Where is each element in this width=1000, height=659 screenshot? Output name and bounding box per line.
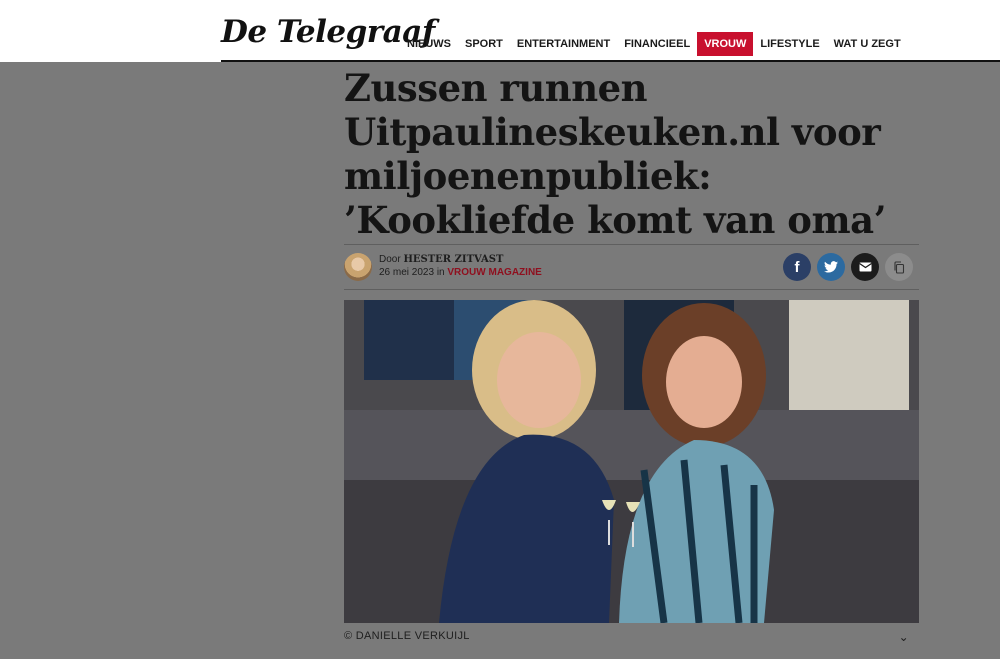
byline: Door HESTER ZITVAST <box>379 254 503 265</box>
caption-text: © DANIELLE VERKUIJL <box>344 630 470 642</box>
mail-share-button[interactable] <box>851 253 879 281</box>
share-buttons: f <box>783 253 913 281</box>
author-name[interactable]: HESTER ZITVAST <box>403 254 503 265</box>
twitter-share-button[interactable] <box>817 253 845 281</box>
article-meta: Door HESTER ZITVAST 26 mei 2023 in VROUW… <box>344 244 919 290</box>
site-header: De Telegraaf NIEUWS SPORT ENTERTAINMENT … <box>0 0 1000 62</box>
publish-date: 26 mei 2023 <box>379 267 435 278</box>
in-word: in <box>434 267 448 278</box>
nav-item-entertainment[interactable]: ENTERTAINMENT <box>510 32 617 56</box>
nav-item-sport[interactable]: SPORT <box>458 32 510 56</box>
author-avatar[interactable] <box>344 253 372 281</box>
nav-item-wat-u-zegt[interactable]: WAT U ZEGT <box>827 32 908 56</box>
dateline: 26 mei 2023 in VROUW MAGAZINE <box>379 267 542 278</box>
facebook-icon: f <box>794 258 800 276</box>
nav-item-nieuws[interactable]: NIEUWS <box>400 32 458 56</box>
copy-icon <box>894 260 905 274</box>
article-headline: Zussen runnen Uitpaulineskeuken.nl voor … <box>344 66 886 242</box>
twitter-icon <box>824 261 838 273</box>
nav-item-vrouw[interactable]: VROUW <box>697 32 754 56</box>
nav-item-lifestyle[interactable]: LIFESTYLE <box>753 32 826 56</box>
section-link[interactable]: VROUW MAGAZINE <box>447 267 541 278</box>
by-prefix: Door <box>379 254 404 265</box>
mail-icon <box>858 262 872 272</box>
article-photo[interactable] <box>344 300 919 623</box>
chevron-down-icon[interactable]: ⌄ <box>899 630 909 644</box>
nav-item-financieel[interactable]: FINANCIEEL <box>617 32 697 56</box>
photo-illustration <box>344 300 919 623</box>
photo-caption: © DANIELLE VERKUIJL ⌄ <box>344 630 919 652</box>
copy-link-button[interactable] <box>885 253 913 281</box>
main-nav: NIEUWS SPORT ENTERTAINMENT FINANCIEEL VR… <box>400 32 908 56</box>
facebook-share-button[interactable]: f <box>783 253 811 281</box>
article: Zussen runnen Uitpaulineskeuken.nl voor … <box>344 62 919 644</box>
